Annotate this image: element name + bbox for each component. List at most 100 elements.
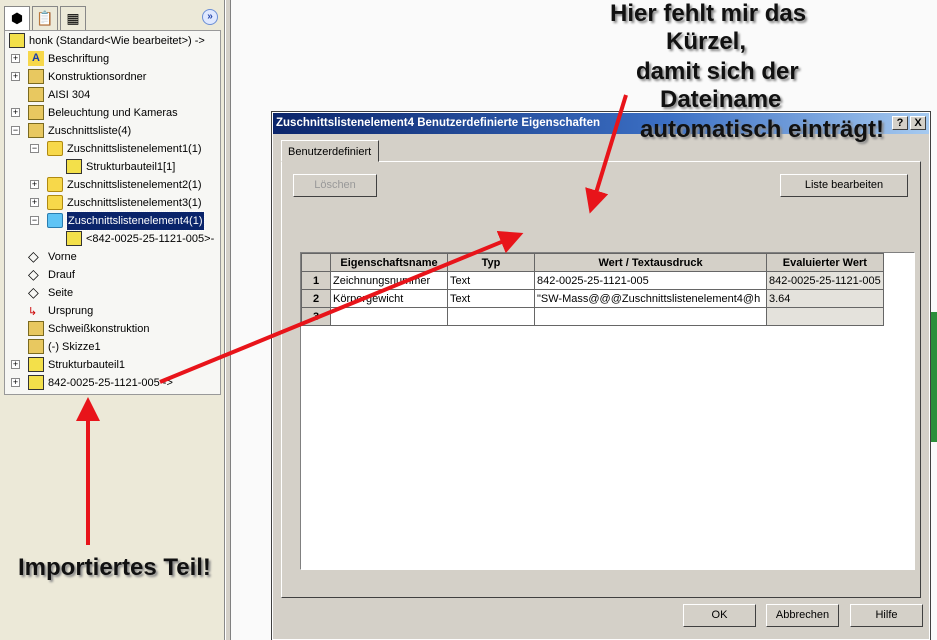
tree-item-label: Zuschnittslistenelement1(1) — [67, 143, 202, 155]
tree-item[interactable]: (-) Skizze1 — [5, 338, 220, 356]
feature-manager-tab[interactable]: ⬢ — [4, 6, 30, 30]
tree-item[interactable]: − Zuschnittslistenelement1(1) — [5, 140, 220, 158]
expand-icon[interactable]: + — [11, 108, 20, 117]
value-cell[interactable]: "SW-Mass@@@Zuschnittslistenelement4@h — [534, 289, 767, 308]
help-icon[interactable]: ? — [892, 116, 908, 130]
property-name-cell[interactable]: Körpergewicht — [330, 289, 448, 308]
design-folder-icon — [28, 69, 44, 84]
tree-item-label: Zuschnittslistenelement3(1) — [67, 197, 202, 209]
delete-button[interactable]: Löschen — [293, 174, 377, 197]
tree-item-label: <842-0025-25-1121-005>- — [86, 233, 215, 245]
annotation-line: damit sich der — [636, 58, 799, 85]
plane-icon: ◇ — [28, 266, 39, 282]
tree-item-label: 842-0025-25-1121-005 -> — [48, 377, 173, 389]
model-fragment — [929, 312, 937, 442]
expand-icon[interactable]: + — [30, 180, 39, 189]
tree-item[interactable]: ◇ Drauf — [5, 266, 220, 284]
tree-item[interactable]: ↳ Ursprung — [5, 302, 220, 320]
tree-root[interactable]: honk (Standard<Wie bearbeitet>) -> — [5, 32, 220, 50]
folder-icon — [47, 177, 63, 192]
annotation-imported-part: Importiertes Teil! — [18, 554, 211, 581]
value-cell[interactable]: 842-0025-25-1121-005 — [534, 271, 767, 290]
tree-item-label: Zuschnittsliste(4) — [48, 125, 132, 137]
close-icon[interactable]: X — [910, 116, 926, 130]
cancel-button[interactable]: Abbrechen — [766, 604, 839, 627]
expand-chevron-icon[interactable]: » — [202, 9, 218, 25]
plane-icon: ◇ — [28, 284, 39, 300]
column-header — [301, 253, 331, 272]
tree-item-label: Beschriftung — [48, 53, 110, 65]
panel-splitter[interactable] — [225, 0, 231, 640]
tree-item[interactable]: Schweißkonstruktion — [5, 320, 220, 338]
tree-item[interactable]: + A Beschriftung — [5, 50, 220, 68]
structural-member-icon — [28, 357, 44, 372]
property-name-cell[interactable] — [330, 307, 448, 326]
tree-item-label: (-) Skizze1 — [48, 341, 101, 353]
tree-item-label: Konstruktionsordner — [48, 71, 147, 83]
custom-properties-dialog: Zuschnittslistenelement4 Benutzerdefinie… — [271, 111, 931, 640]
help-button[interactable]: Hilfe — [850, 604, 923, 627]
expand-icon[interactable]: + — [11, 360, 20, 369]
ok-button[interactable]: OK — [683, 604, 756, 627]
tree-item-label: Schweißkonstruktion — [48, 323, 150, 335]
tree-item-label: Ursprung — [48, 305, 94, 317]
column-header[interactable]: Evaluierter Wert — [766, 253, 884, 272]
weldment-icon — [28, 321, 44, 336]
type-cell[interactable] — [447, 307, 535, 326]
row-number[interactable]: 3 — [301, 307, 331, 326]
collapse-icon[interactable]: − — [30, 144, 39, 153]
material-icon — [28, 87, 44, 102]
property-manager-tab[interactable]: 📋 — [32, 6, 58, 30]
collapse-icon[interactable]: − — [11, 126, 20, 135]
folder-icon — [47, 141, 63, 156]
column-header[interactable]: Eigenschaftsname — [330, 253, 448, 272]
tree-item[interactable]: − Zuschnittslistenelement4(1) — [5, 211, 220, 231]
part-icon: ⬢ — [10, 10, 24, 26]
expand-icon[interactable]: + — [11, 54, 20, 63]
column-header[interactable]: Wert / Textausdruck — [534, 253, 767, 272]
tree-item[interactable]: Strukturbauteil1[1] — [5, 158, 220, 176]
tree-item-label: Vorne — [48, 251, 77, 263]
tree-item[interactable]: + Konstruktionsordner — [5, 68, 220, 86]
tree-item-label: Beleuchtung und Kameras — [48, 107, 178, 119]
tree-item[interactable]: ◇ Vorne — [5, 248, 220, 266]
tree-item-label: Strukturbauteil1 — [48, 359, 126, 371]
column-header[interactable]: Typ — [447, 253, 535, 272]
expand-icon[interactable]: + — [11, 378, 20, 387]
tree-item[interactable]: +842-0025-25-1121-005 -> — [5, 374, 220, 392]
tree-item[interactable]: + Beleuchtung und Kameras — [5, 104, 220, 122]
collapse-icon[interactable]: − — [30, 216, 39, 225]
part-icon — [9, 33, 25, 48]
tab-benutzerdefiniert[interactable]: Benutzerdefiniert — [281, 140, 379, 162]
body-icon — [66, 159, 82, 174]
tree-item[interactable]: − Zuschnittsliste(4) — [5, 122, 220, 140]
properties-grid: Eigenschaftsname Typ Wert / Textausdruck… — [300, 252, 915, 570]
tree-item[interactable]: AISI 304 — [5, 86, 220, 104]
configuration-icon: ▦ — [66, 10, 80, 26]
property-icon: 📋 — [36, 10, 54, 26]
configuration-manager-tab[interactable]: ▦ — [60, 6, 86, 30]
evaluated-value-cell: 3.64 — [766, 289, 884, 308]
property-name-cell[interactable]: Zeichnungsnummer — [330, 271, 448, 290]
edit-list-button[interactable]: Liste bearbeiten — [780, 174, 908, 197]
type-cell[interactable]: Text — [447, 271, 535, 290]
row-number[interactable]: 1 — [301, 271, 331, 290]
row-number[interactable]: 2 — [301, 289, 331, 308]
tree-item-label: Seite — [48, 287, 74, 299]
tree-item[interactable]: <842-0025-25-1121-005>- — [5, 230, 220, 248]
tree-item[interactable]: + Zuschnittslistenelement2(1) — [5, 176, 220, 194]
tree-item-label: Drauf — [48, 269, 75, 281]
evaluated-value-cell: 842-0025-25-1121-005 — [766, 271, 884, 290]
tree-item[interactable]: ◇ Seite — [5, 284, 220, 302]
tree-item[interactable]: + Zuschnittslistenelement3(1) — [5, 194, 220, 212]
tree-item[interactable]: + Strukturbauteil1 — [5, 356, 220, 374]
annotation-line: Dateiname — [660, 86, 782, 113]
lights-folder-icon — [28, 105, 44, 120]
expand-icon[interactable]: + — [30, 198, 39, 207]
value-cell[interactable] — [534, 307, 767, 326]
cut-list-icon — [28, 123, 44, 138]
annotation-line: Hier fehlt mir das — [610, 0, 807, 27]
sketch-icon — [28, 339, 44, 354]
expand-icon[interactable]: + — [11, 72, 20, 81]
type-cell[interactable]: Text — [447, 289, 535, 308]
